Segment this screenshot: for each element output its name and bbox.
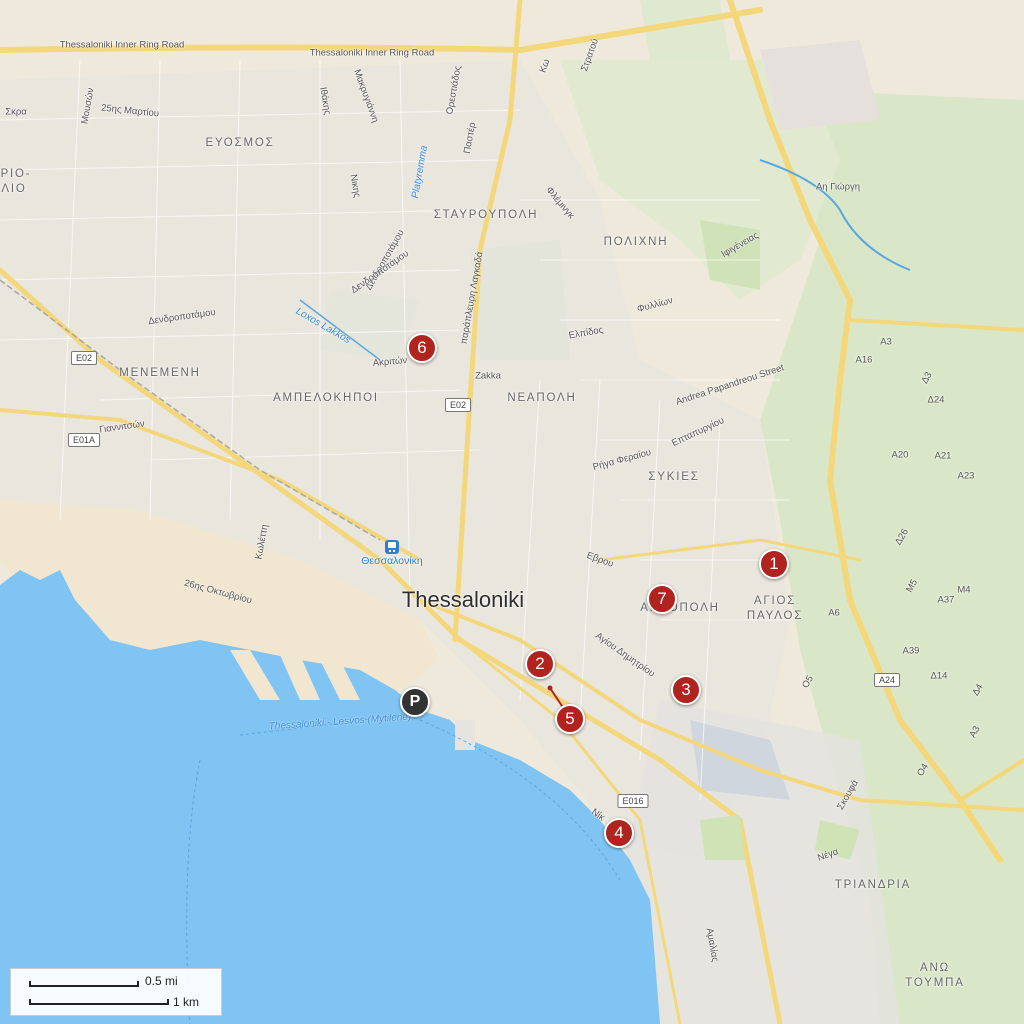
marker-6[interactable]: 6 — [407, 333, 437, 363]
road-code-label: Δ14 — [930, 670, 948, 682]
marker-4[interactable]: 4 — [604, 818, 634, 848]
road-shield: E01A — [67, 433, 101, 447]
map-canvas[interactable]: ΕΥΟΣΜΟΣ ΣΤΑΥΡΟΥΠΟΛΗ ΠΟΛΙΧΝΗ ΜΕΝΕΜΕΝΗ ΑΜΠ… — [0, 0, 1024, 1024]
marker-2[interactable]: 2 — [525, 649, 555, 679]
road-code-label: A3 — [880, 336, 892, 348]
road-shield: E02 — [444, 398, 472, 412]
district-label: ΑΜΠΕΛΟΚΗΠΟΙ — [273, 392, 379, 404]
road-label: Σκρα — [5, 106, 27, 118]
district-label: ΤΡΙΑΝΔΡΙΑ — [834, 879, 912, 891]
district-label: ΑΓΙΟΣ — [753, 595, 797, 607]
district-label: ΣΥΚΙΕΣ — [648, 471, 700, 483]
road-code-label: A37 — [937, 594, 955, 606]
marker-3[interactable]: 3 — [671, 675, 701, 705]
marker-1[interactable]: 1 — [759, 549, 789, 579]
district-label: ΜΕΝΕΜΕΝΗ — [119, 367, 201, 379]
road-label: Αη Γιώργη — [815, 181, 861, 193]
district-label: ΛΙΟ — [1, 183, 27, 195]
district-label: ΣΤΑΥΡΟΥΠΟΛΗ — [433, 209, 539, 221]
scale-bar-imperial — [29, 981, 139, 987]
district-label: ΠΟΛΙΧΝΗ — [603, 236, 669, 248]
road-shield: E02 — [70, 351, 98, 365]
scale-imperial-label: 0.5 mi — [145, 974, 178, 988]
train-station-icon[interactable] — [385, 540, 399, 554]
road-label: Thessaloniki Inner Ring Road — [59, 39, 185, 51]
parking-icon[interactable]: P — [400, 687, 430, 717]
district-label: ΡΙΟ- — [0, 168, 32, 180]
road-code-label: A39 — [902, 645, 920, 657]
district-label: ΤΟΥΜΠΑ — [905, 977, 965, 989]
road-label: Thessaloniki Inner Ring Road — [309, 47, 435, 59]
road-code-label: A23 — [957, 470, 975, 482]
basemap — [0, 0, 1024, 1024]
road-code-label: A6 — [828, 607, 840, 619]
marker-7[interactable]: 7 — [647, 584, 677, 614]
road-code-label: M4 — [957, 584, 971, 596]
road-label: Zakka — [475, 370, 501, 382]
district-label: ΑΝΩ — [920, 962, 950, 974]
district-label: ΕΥΟΣΜΟΣ — [205, 137, 275, 149]
scale-bar: 0.5 mi 1 km — [10, 968, 222, 1016]
district-label: ΠΑΥΛΟΣ — [746, 610, 804, 622]
road-code-label: Δ24 — [927, 394, 945, 406]
road-code-label: A16 — [855, 354, 873, 366]
marker-5[interactable]: 5 — [555, 704, 585, 734]
road-code-label: A21 — [934, 450, 952, 462]
road-shield: E016 — [617, 794, 649, 808]
road-shield: A24 — [873, 673, 901, 687]
road-code-label: A20 — [891, 449, 909, 461]
city-label: Thessaloniki — [401, 587, 525, 612]
station-label: Θεσσαλονίκη — [361, 555, 423, 567]
district-label: ΝΕΑΠΟΛΗ — [507, 392, 577, 404]
scale-bar-metric — [29, 999, 169, 1005]
scale-metric-label: 1 km — [173, 995, 200, 1009]
